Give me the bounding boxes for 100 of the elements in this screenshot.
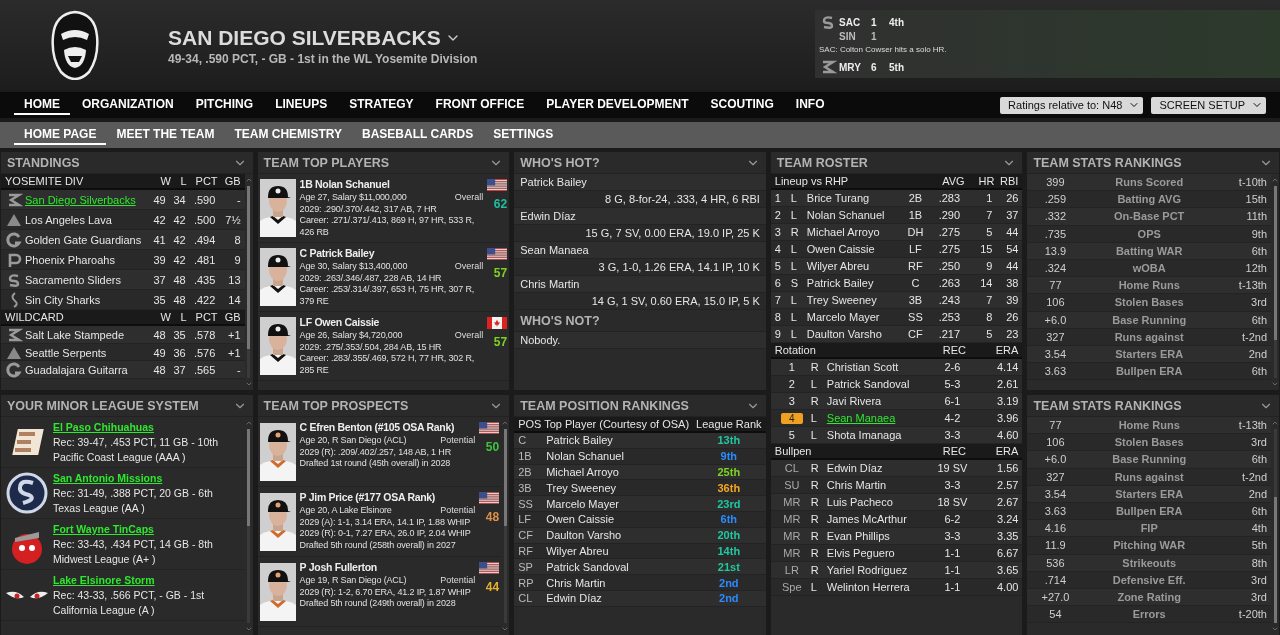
table-cell-text: 3.65 — [995, 564, 1019, 576]
table-cell-text: t-2nd — [1240, 470, 1267, 483]
scroll-up-icon[interactable] — [1271, 176, 1279, 184]
team-logo-icon — [5, 471, 49, 515]
table-cell-text: 1-1 — [943, 564, 962, 576]
table-cell-text: 4.00 — [995, 581, 1019, 593]
team-link[interactable]: San Antonio Missions — [53, 472, 163, 484]
table-cell-text: R — [810, 395, 820, 407]
table-cell-text: t-13th — [1237, 419, 1267, 432]
table-cell-text: LR — [783, 564, 800, 576]
scrollbar-thumb[interactable] — [247, 429, 251, 526]
scrollbar-thumb[interactable] — [247, 186, 251, 350]
player-name[interactable]: C Efren Benton (#105 OSA Rank) — [299, 420, 455, 435]
team-abbreviation: SAC — [839, 16, 862, 28]
table-cell-text: 77 — [1048, 419, 1063, 432]
sub-tab[interactable]: HOME PAGE — [14, 125, 107, 145]
player-link[interactable]: Sean Manaea — [826, 412, 927, 424]
table-cell-text: .494 — [192, 233, 217, 246]
table-cell-text: 6th — [1250, 365, 1267, 378]
inning: 4th — [889, 16, 905, 28]
team-link[interactable]: San Diego Silverbacks — [25, 193, 149, 206]
table-cell-text: Guadalajara Guitarra — [25, 364, 129, 376]
sub-tab[interactable]: MEET THE TEAM — [106, 125, 225, 145]
table-cell-text: 2.57 — [995, 479, 1019, 491]
dropdown[interactable]: SCREEN SETUP — [1151, 96, 1266, 114]
table-cell-text: 18 SV — [936, 496, 969, 508]
table-cell-text: Michael Arroyo — [806, 226, 881, 238]
stat-line: Career: .283/.355/.469, 572 H, 77 HR, 302 R, 285 RE — [299, 353, 476, 376]
scroll-down-icon[interactable] — [1271, 625, 1279, 633]
scroll-down-icon[interactable] — [501, 625, 510, 633]
table-cell-text: 3.24 — [995, 513, 1019, 525]
table-cell-text: 3-3 — [943, 429, 962, 441]
table-header-cell-text: PCT — [194, 175, 219, 187]
table-cell-text: James McArthur — [826, 513, 908, 525]
scroll-up-icon[interactable] — [244, 176, 253, 184]
player-name[interactable]: C Patrick Bailey — [299, 246, 375, 261]
dropdown[interactable]: Ratings relative to: N48 — [1000, 96, 1144, 114]
scroll-down-icon[interactable] — [244, 625, 253, 633]
player-name[interactable]: P Josh Fullerton — [299, 560, 377, 575]
table-cell-text: 399 — [1045, 176, 1066, 189]
table-cell-text: 6th — [1250, 313, 1267, 326]
table-header-cell-text: HR — [977, 175, 995, 187]
table-cell-text: 14 — [979, 277, 993, 289]
table-cell-text: R — [810, 462, 820, 474]
scroll-up-icon[interactable] — [1271, 419, 1279, 427]
nav-tab[interactable]: STRATEGY — [339, 95, 424, 115]
sub-tab[interactable]: SETTINGS — [483, 125, 564, 145]
team-link[interactable]: Lake Elsinore Storm — [53, 574, 155, 586]
nav-tab[interactable]: LINEUPS — [265, 95, 338, 115]
table-cell-text: Sacramento Sliders — [25, 273, 122, 286]
table-cell-text: Owen Caissie — [546, 513, 616, 526]
sub-tab[interactable]: TEAM CHEMISTRY — [224, 125, 352, 145]
player-name: Patrick Bailey — [520, 176, 587, 188]
table-cell-text: Stolen Bases — [1113, 436, 1185, 449]
scroll-down-icon[interactable] — [244, 380, 253, 388]
table-cell-text: SS — [907, 311, 924, 323]
table-cell-text: 42 — [172, 253, 187, 266]
table-cell-text: wOBA — [1131, 262, 1167, 275]
table-cell-text: 23rd — [716, 497, 742, 510]
nav-tab[interactable]: ORGANIZATION — [72, 95, 184, 115]
table-cell-text: 3.54 — [1043, 487, 1068, 500]
table-cell-text: 3-3 — [943, 530, 962, 542]
scroll-up-icon[interactable] — [244, 419, 253, 427]
table-cell-text: 35 — [172, 329, 187, 341]
score: 6 — [871, 61, 878, 73]
table-cell-text: 1 — [985, 192, 993, 204]
table-cell-text: 5th — [1250, 539, 1267, 552]
rating-value: 57 — [493, 266, 508, 280]
stat-line: 2029 (R): 1-2, 6.70 ERA, 41.2 IP, 1.87 WHIP — [299, 586, 472, 598]
table-cell-text: 9th — [1250, 227, 1267, 240]
nav-tab[interactable]: INFO — [785, 95, 835, 115]
scrollbar-thumb[interactable] — [1273, 496, 1277, 623]
team-link[interactable]: Fort Wayne TinCaps — [53, 523, 154, 535]
table-cell-text: SS — [518, 497, 534, 510]
player-info: Age 30, Salary $13,400,000 — [299, 261, 408, 273]
nav-tab[interactable]: PLAYER DEVELOPMENT — [536, 95, 699, 115]
scrollbar-thumb[interactable] — [503, 429, 507, 526]
nav-tab[interactable]: FRONT OFFICE — [425, 95, 535, 115]
player-info: Age 20, A Lake Elsinore — [299, 505, 392, 517]
scroll-up-icon[interactable] — [501, 419, 510, 427]
player-info: Age 19, R San Diego (ACL) — [299, 575, 407, 587]
nav-tab[interactable]: HOME — [14, 95, 70, 115]
team-link[interactable]: El Paso Chihuahuas — [53, 421, 154, 433]
nav-tab[interactable]: SCOUTING — [700, 95, 784, 115]
table-header-cell-text: WILDCARD — [5, 311, 65, 323]
table-cell-text: .578 — [192, 329, 217, 341]
table-cell-text: LF — [907, 243, 923, 255]
sub-tab[interactable]: BASEBALL CARDS — [352, 125, 484, 145]
table-cell-text: 11th — [1245, 210, 1267, 223]
scrollbar-thumb[interactable] — [1273, 186, 1277, 340]
table-header-cell-text: ERA — [994, 344, 1019, 356]
player-name[interactable]: 1B Nolan Schanuel — [299, 177, 390, 192]
player-name[interactable]: LF Owen Caissie — [299, 315, 380, 330]
draft-line: Drafted 1st round (45th overall) in 2028 — [299, 458, 452, 470]
nav-tab[interactable]: PITCHING — [185, 95, 264, 115]
scroll-down-icon[interactable] — [1271, 380, 1279, 388]
table-cell-text: Base Running — [1111, 453, 1188, 466]
table-cell-text: OPS — [1136, 227, 1162, 240]
player-name[interactable]: P Jim Price (#177 OSA Rank) — [299, 490, 436, 505]
record-text: Rec: 33-43, .434 PCT, 14 GB - 8th — [53, 538, 214, 550]
